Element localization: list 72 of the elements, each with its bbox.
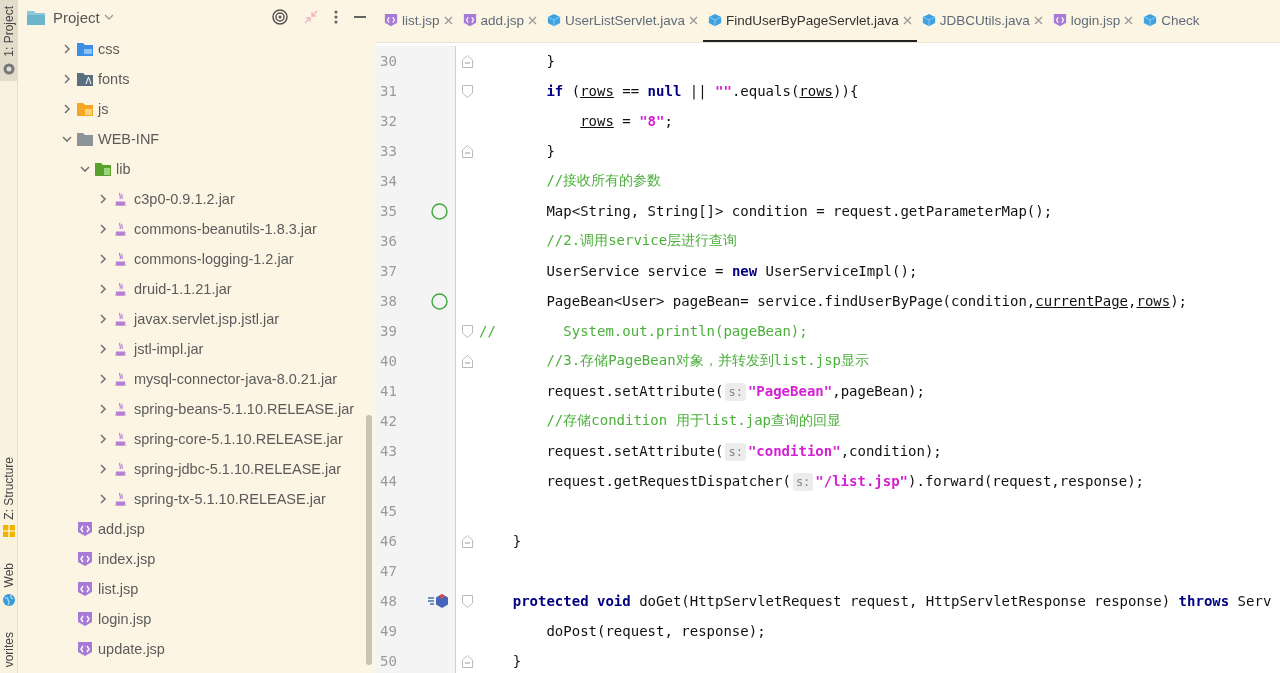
code-line: }	[512, 653, 522, 669]
code-line: }	[546, 143, 555, 159]
tool-window-tab[interactable]: vorites	[0, 625, 17, 673]
tree-item[interactable]: WEB-INF	[98, 131, 160, 147]
code-line: request.setAttribute( s: "condition",condition);	[546, 443, 942, 459]
code-line: PageBean<User> pageBean= service.findUserByPage(condition,currentPage,rows);	[546, 293, 1188, 309]
line-number: 34	[379, 173, 398, 189]
tree-item[interactable]: login.jsp	[98, 611, 152, 627]
tree-item[interactable]: javax.servlet.jsp.jstl.jar	[134, 311, 280, 327]
code-line: doPost(request, response);	[546, 623, 766, 639]
tree-item[interactable]: lib	[116, 161, 131, 177]
code-line: Map<String, String[]> condition = request.getParameterMap();	[546, 203, 1053, 219]
line-number: 37	[379, 263, 398, 279]
code-line: //存储condition 用于list.jap查询的回显	[546, 412, 841, 430]
editor-tab[interactable]: login.jsp	[1047, 0, 1139, 42]
code-line: protected void doGet(HttpServletRequest request, HttpServletResponse response) throws Serv	[512, 593, 1272, 609]
tree-item[interactable]: spring-core-5.1.10.RELEASE.jar	[134, 431, 343, 447]
tree-item[interactable]: css	[98, 41, 120, 57]
code-line: //2.调用service层进行查询	[546, 232, 738, 250]
code-line: //接收所有的参数	[546, 172, 662, 190]
line-number: 32	[379, 113, 398, 129]
editor-tab[interactable]: UserListServlet.java	[542, 0, 704, 42]
tree-item[interactable]: spring-tx-5.1.10.RELEASE.jar	[134, 491, 326, 507]
line-number: 40	[379, 353, 398, 369]
line-number: 49	[379, 623, 398, 639]
line-number: 36	[379, 233, 398, 249]
line-number: 31	[379, 83, 398, 99]
line-number: 50	[379, 653, 398, 669]
tree-item[interactable]: js	[98, 101, 109, 117]
tool-window-tab[interactable]: Z: Structure	[0, 450, 17, 544]
code-line: //3.存储PageBean对象，并转发到list.jsp显示	[546, 352, 869, 370]
line-number: 33	[379, 143, 398, 159]
tree-item[interactable]: mysql-connector-java-8.0.21.jar	[134, 371, 338, 387]
tree-item[interactable]: commons-beanutils-1.8.3.jar	[134, 221, 317, 237]
line-number: 46	[379, 533, 398, 549]
tree-item[interactable]: index.jsp	[98, 551, 156, 567]
tree-item[interactable]: spring-beans-5.1.10.RELEASE.jar	[134, 401, 355, 417]
tree-item[interactable]: commons-logging-1.2.jar	[134, 251, 294, 267]
line-number: 41	[379, 383, 398, 399]
tool-window-tab[interactable]: 1: Project	[0, 0, 17, 81]
line-number: 35	[379, 203, 398, 219]
tree-item[interactable]: list.jsp	[98, 581, 139, 597]
editor-tab[interactable]: list.jsp	[379, 0, 458, 42]
code-line: request.setAttribute( s: "PageBean",pageBean);	[546, 383, 925, 399]
line-number: 30	[379, 53, 398, 69]
line-number: 47	[379, 563, 398, 579]
code-line: if (rows == null || "".equals(rows)){	[546, 83, 859, 99]
tree-item[interactable]: druid-1.1.21.jar	[134, 281, 232, 297]
line-number: 38	[379, 293, 398, 309]
tree-item[interactable]: c3p0-0.9.1.2.jar	[134, 191, 235, 207]
line-number: 44	[379, 473, 398, 489]
line-number: 42	[379, 413, 398, 429]
tree-item[interactable]: update.jsp	[98, 641, 165, 657]
code-line: rows = "8";	[580, 113, 673, 129]
code-line: }	[546, 53, 555, 69]
editor-tab[interactable]: Check	[1138, 0, 1205, 42]
tree-item[interactable]: add.jsp	[98, 521, 145, 537]
tree-item[interactable]: spring-jdbc-5.1.10.RELEASE.jar	[134, 461, 342, 477]
tool-window-tab[interactable]: Web	[0, 557, 17, 612]
code-line: // System.out.println(pageBean);	[479, 323, 808, 339]
line-number: 48	[379, 593, 398, 609]
code-line: request.getRequestDispatcher( s: "/list.jsp").forward(request,response);	[546, 473, 1145, 489]
line-number: 45	[379, 503, 398, 519]
tree-item[interactable]: fonts	[98, 71, 130, 87]
line-number: 43	[379, 443, 398, 459]
code-line: }	[512, 533, 522, 549]
line-number: 39	[379, 323, 398, 339]
editor-tab[interactable]: add.jsp	[457, 0, 543, 42]
editor-tab[interactable]: JDBCUtils.java	[916, 0, 1048, 42]
panel-title[interactable]: Project	[53, 8, 100, 26]
code-line: UserService service = new UserServiceImpl();	[546, 263, 918, 279]
tree-item[interactable]: jstl-impl.jar	[134, 341, 204, 357]
